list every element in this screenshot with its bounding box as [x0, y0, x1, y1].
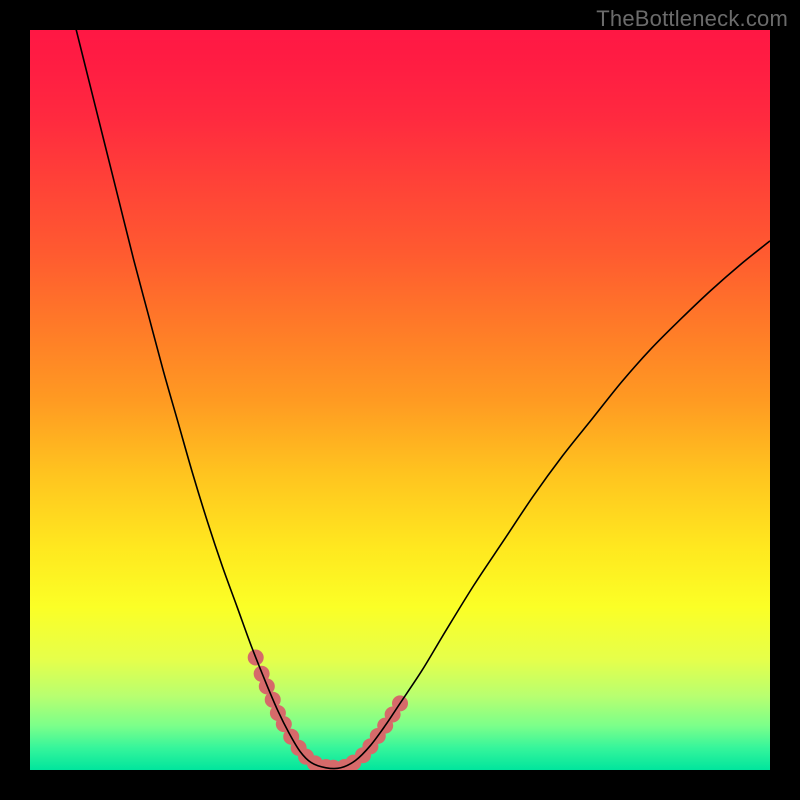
plot-area — [30, 30, 770, 770]
chart-frame: TheBottleneck.com — [0, 0, 800, 800]
gradient-background — [30, 30, 770, 770]
watermark-text: TheBottleneck.com — [596, 6, 788, 32]
chart-svg — [30, 30, 770, 770]
